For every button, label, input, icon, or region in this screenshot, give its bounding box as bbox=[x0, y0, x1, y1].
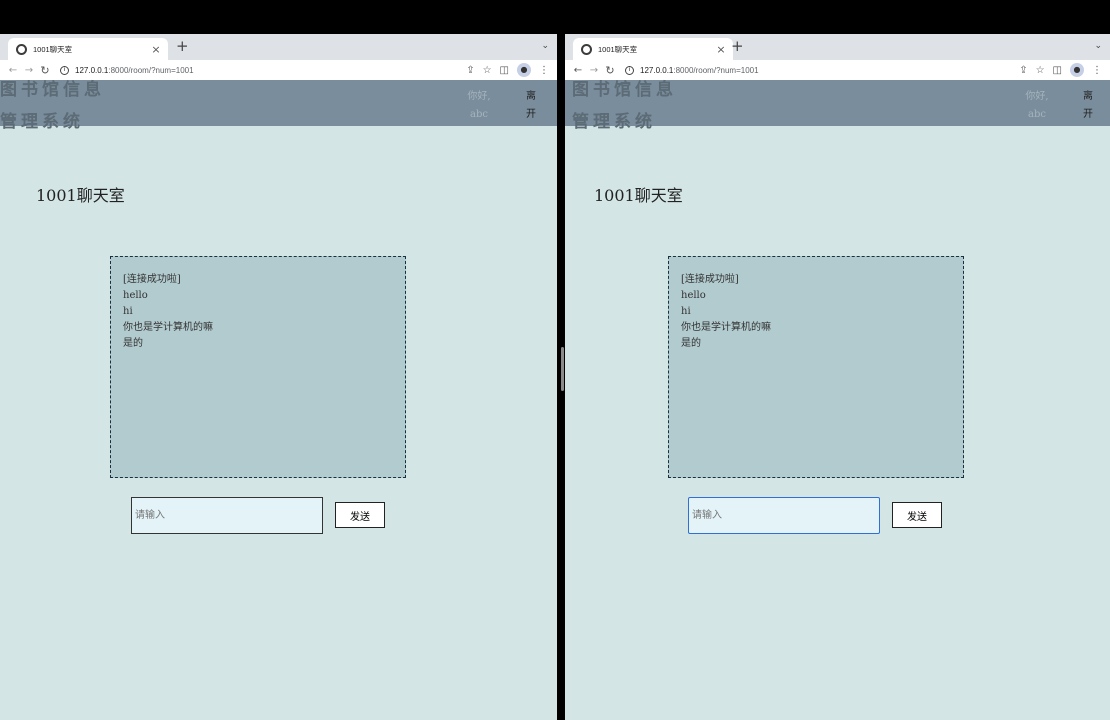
browser-toolbar: ← → ↻ i 127.0.0.1:8000/room/?num=1001 ⇪ … bbox=[0, 60, 557, 80]
message-input[interactable] bbox=[131, 497, 323, 534]
reload-icon[interactable]: ↻ bbox=[38, 64, 52, 77]
new-tab-button[interactable]: + bbox=[176, 37, 189, 55]
greeting-line-1: 你好, bbox=[467, 91, 491, 102]
brand-line-1: 图书馆信息 bbox=[0, 80, 105, 100]
url-path: :8000/room/?num=1001 bbox=[108, 65, 194, 75]
chat-message: 是的 bbox=[123, 338, 143, 349]
greeting-username: abc bbox=[1028, 109, 1046, 120]
leave-link[interactable]: 离 开 bbox=[1081, 88, 1095, 124]
site-brand[interactable]: 图书馆信息 管理系统 bbox=[0, 80, 105, 132]
brand-line-2: 管理系统 bbox=[572, 112, 656, 132]
site-header: 图书馆信息 管理系统 你好, abc 离 开 bbox=[565, 80, 1110, 132]
site-brand[interactable]: 图书馆信息 管理系统 bbox=[572, 80, 677, 132]
chat-message: 你也是学计算机的嘛 bbox=[681, 322, 771, 333]
reload-icon[interactable]: ↻ bbox=[603, 64, 617, 77]
browser-tab[interactable]: 1001聊天室 × bbox=[573, 38, 733, 60]
address-bar[interactable]: i 127.0.0.1:8000/room/?num=1001 bbox=[625, 65, 759, 75]
bookmark-star-icon[interactable]: ☆ bbox=[483, 65, 492, 76]
browser-tab[interactable]: 1001聊天室 × bbox=[8, 38, 168, 60]
brand-line-2: 管理系统 bbox=[0, 112, 84, 132]
leave-line-1: 离 bbox=[526, 91, 536, 102]
send-button[interactable]: 发送 bbox=[892, 502, 942, 528]
leave-line-1: 离 bbox=[1083, 91, 1093, 102]
leave-line-2: 开 bbox=[1083, 109, 1093, 120]
browser-toolbar: ← → ↻ i 127.0.0.1:8000/room/?num=1001 ⇪ … bbox=[565, 60, 1110, 80]
forward-arrow-icon[interactable]: → bbox=[22, 65, 36, 76]
greeting: 你好, abc bbox=[1025, 88, 1049, 124]
greeting-line-1: 你好, bbox=[1025, 91, 1049, 102]
favicon-icon bbox=[581, 43, 592, 55]
browser-window-left: 1001聊天室 × + ⌄ ← → ↻ i 127.0.0.1:8000/roo… bbox=[0, 34, 557, 720]
chat-log: [连接成功啦] hello hi 你也是学计算机的嘛 是的 bbox=[668, 256, 964, 478]
leave-link[interactable]: 离 开 bbox=[524, 88, 538, 124]
tab-close-icon[interactable]: × bbox=[148, 43, 164, 56]
tab-bar: 1001聊天室 × + ⌄ bbox=[0, 34, 557, 60]
browser-window-right: 1001聊天室 × + ⌄ ← → ↻ i 127.0.0.1:8000/roo… bbox=[565, 34, 1110, 720]
chat-message: hi bbox=[681, 306, 691, 317]
leave-line-2: 开 bbox=[526, 109, 536, 120]
share-icon[interactable]: ⇪ bbox=[1019, 65, 1027, 76]
back-arrow-icon[interactable]: ← bbox=[6, 65, 20, 76]
chat-message: 是的 bbox=[681, 338, 701, 349]
url-host: 127.0.0.1 bbox=[640, 65, 674, 75]
address-bar[interactable]: i 127.0.0.1:8000/room/?num=1001 bbox=[60, 65, 194, 75]
chat-log: [连接成功啦] hello hi 你也是学计算机的嘛 是的 bbox=[110, 256, 406, 478]
profile-icon[interactable]: ● bbox=[517, 63, 531, 77]
chat-message: [连接成功啦] bbox=[123, 274, 181, 285]
send-button[interactable]: 发送 bbox=[335, 502, 385, 528]
chat-message: [连接成功啦] bbox=[681, 274, 739, 285]
tab-search-icon[interactable]: ⌄ bbox=[1094, 41, 1102, 51]
site-info-icon[interactable]: i bbox=[625, 65, 634, 75]
kebab-menu-icon[interactable]: ⋮ bbox=[1092, 65, 1102, 76]
chat-message: 你也是学计算机的嘛 bbox=[123, 322, 213, 333]
toolbar-actions: ⇪ ☆ ◫ ● ⋮ bbox=[1019, 63, 1102, 77]
share-icon[interactable]: ⇪ bbox=[466, 65, 474, 76]
url-host: 127.0.0.1 bbox=[75, 65, 109, 75]
bookmark-star-icon[interactable]: ☆ bbox=[1036, 65, 1045, 76]
chat-message: hello bbox=[123, 290, 148, 301]
favicon-icon bbox=[16, 43, 27, 55]
toolbar-actions: ⇪ ☆ ◫ ● ⋮ bbox=[466, 63, 549, 77]
tab-title: 1001聊天室 bbox=[33, 44, 73, 54]
forward-arrow-icon[interactable]: → bbox=[587, 65, 601, 76]
room-title: 1001聊天室 bbox=[594, 186, 683, 205]
site-info-icon[interactable]: i bbox=[60, 65, 69, 75]
chat-message: hello bbox=[681, 290, 706, 301]
message-input[interactable] bbox=[688, 497, 880, 534]
tab-search-icon[interactable]: ⌄ bbox=[541, 41, 549, 51]
side-panel-icon[interactable]: ◫ bbox=[1053, 65, 1062, 76]
greeting-username: abc bbox=[470, 109, 488, 120]
greeting: 你好, abc bbox=[467, 88, 491, 124]
side-panel-icon[interactable]: ◫ bbox=[500, 65, 509, 76]
site-header: 图书馆信息 管理系统 你好, abc 离 开 bbox=[0, 80, 557, 132]
brand-line-1: 图书馆信息 bbox=[572, 80, 677, 100]
profile-icon[interactable]: ● bbox=[1070, 63, 1084, 77]
new-tab-button[interactable]: + bbox=[731, 37, 744, 55]
chat-message: hi bbox=[123, 306, 133, 317]
tab-bar: 1001聊天室 × + ⌄ bbox=[565, 34, 1110, 60]
tab-close-icon[interactable]: × bbox=[713, 43, 729, 56]
kebab-menu-icon[interactable]: ⋮ bbox=[539, 65, 549, 76]
url-path: :8000/room/?num=1001 bbox=[673, 65, 759, 75]
split-view-divider[interactable] bbox=[561, 347, 564, 391]
tab-title: 1001聊天室 bbox=[598, 44, 638, 54]
room-title: 1001聊天室 bbox=[36, 186, 125, 205]
back-arrow-icon[interactable]: ← bbox=[571, 65, 585, 76]
